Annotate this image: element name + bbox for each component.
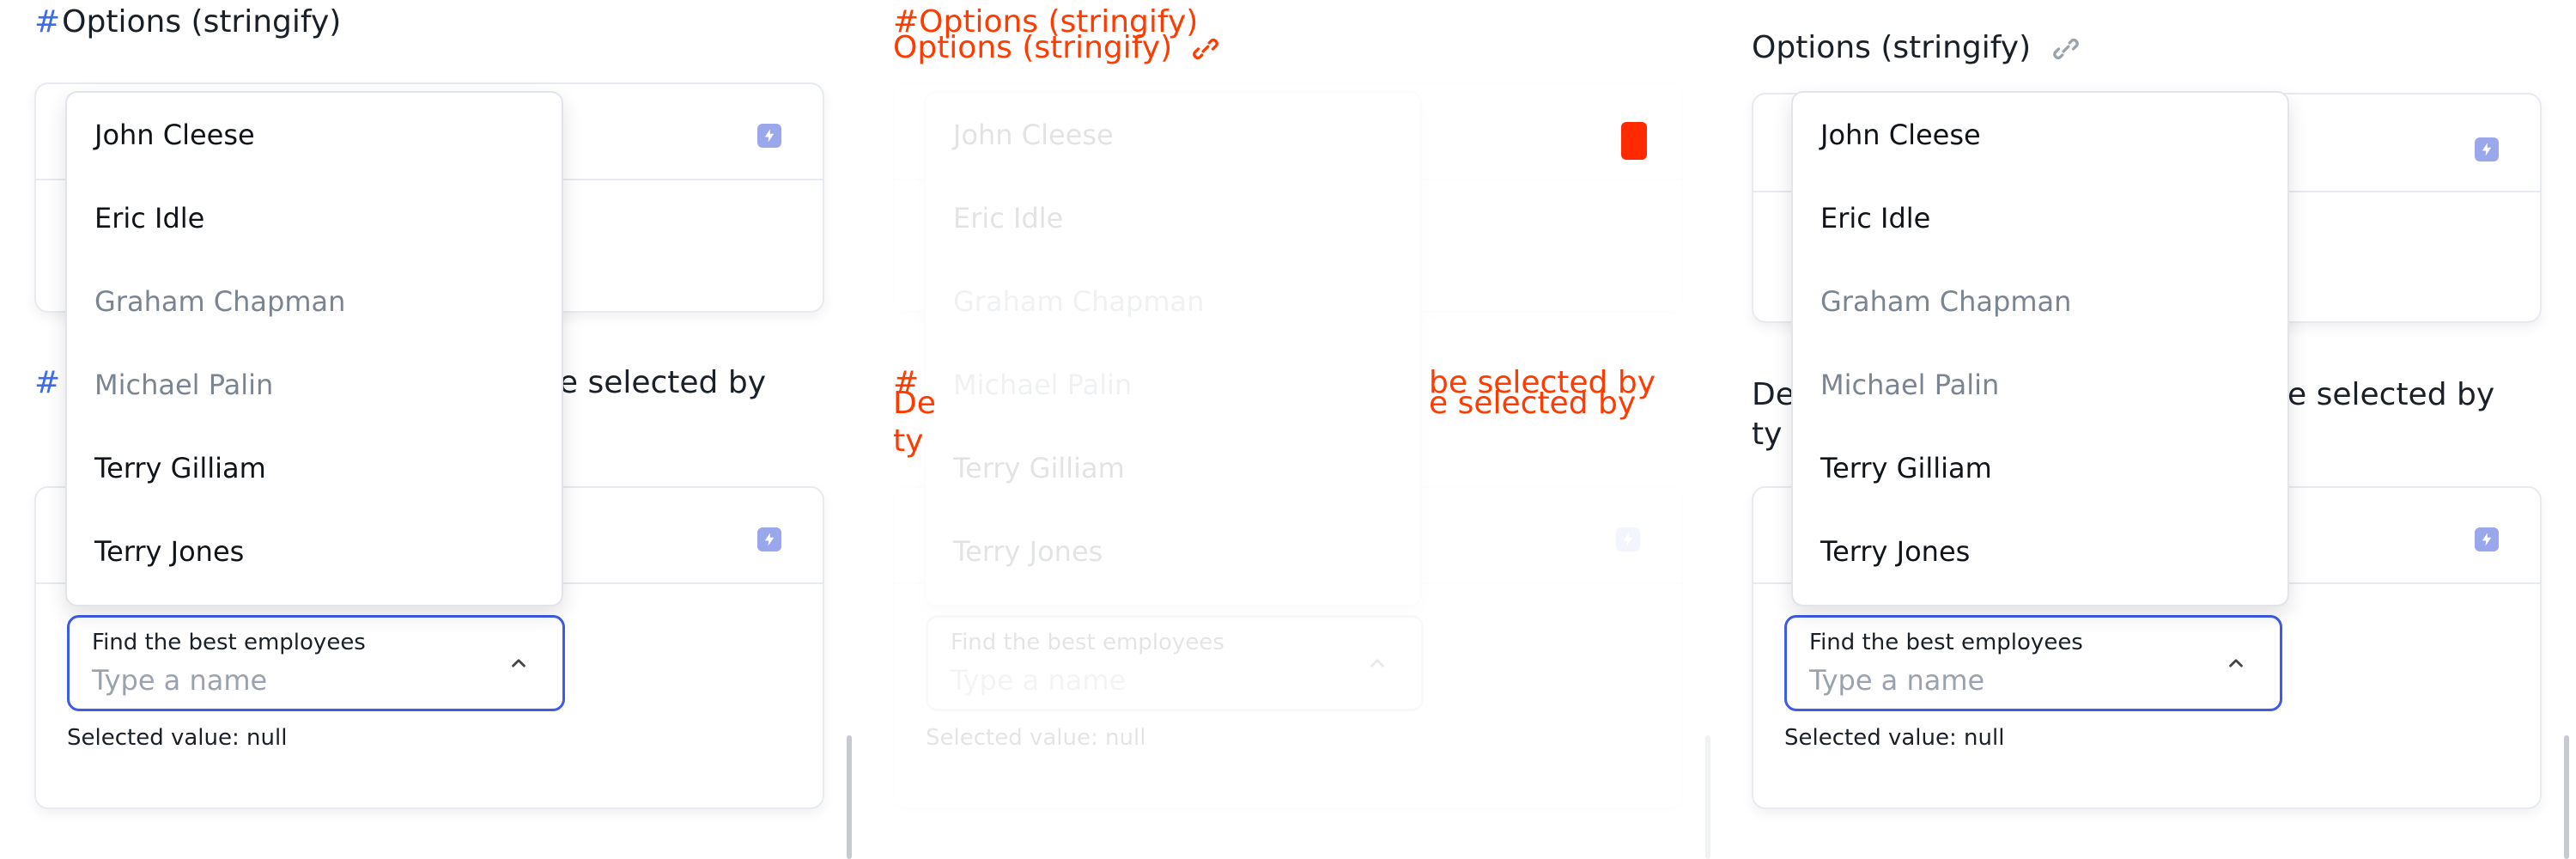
right-panel: Options (stringify) De e selected by ty … (1717, 0, 2576, 859)
autocomplete-label: Find the best employees (92, 630, 366, 655)
selected-value-text: Selected value: null (1784, 725, 2005, 751)
chevron-up-icon[interactable] (2225, 652, 2247, 674)
option-graham-chapman: Graham Chapman (953, 284, 1205, 318)
option-terry-jones[interactable]: Terry Jones (67, 509, 562, 593)
option-eric-idle[interactable]: Eric Idle (1793, 176, 2287, 259)
option-eric-idle[interactable]: Eric Idle (67, 176, 562, 259)
option-michael-palin: Michael Palin (1820, 368, 2000, 401)
option-michael-palin: Michael Palin (94, 368, 274, 401)
scrollbar[interactable] (1705, 735, 1710, 859)
scrollbar[interactable] (847, 735, 852, 859)
option-terry-jones[interactable]: Terry Jones (926, 509, 1420, 593)
autocomplete-input[interactable]: Type a name (92, 664, 267, 697)
bolt-icon[interactable] (2475, 527, 2499, 551)
section-title-options-stringify: #Options (stringify) (34, 4, 342, 40)
option-terry-gilliam[interactable]: Terry Gilliam (1793, 426, 2287, 509)
diff-marker-icon (1621, 122, 1647, 160)
chevron-up-icon[interactable] (507, 652, 530, 674)
option-terry-jones[interactable]: Terry Jones (1793, 509, 2287, 593)
option-graham-chapman: Graham Chapman (1820, 284, 2072, 318)
bolt-icon[interactable] (757, 124, 781, 148)
left-panel: #Options (stringify) # be selected by Fi… (0, 0, 859, 859)
section-title-options-stringify: Options (stringify) (1752, 29, 2081, 66)
middle-diff-panel: #Options (stringify) Options (stringify)… (859, 0, 1717, 859)
autocomplete-input[interactable]: Type a name (1809, 664, 1984, 697)
option-terry-gilliam[interactable]: Terry Gilliam (67, 426, 562, 509)
bolt-icon[interactable] (757, 527, 781, 551)
link-icon[interactable] (1191, 34, 1220, 64)
employee-autocomplete[interactable]: Find the best employees Type a name (67, 615, 565, 711)
employee-autocomplete[interactable]: Find the best employees Type a name (1784, 615, 2282, 711)
scrollbar[interactable] (2564, 735, 2569, 859)
employee-autocomplete-ghost[interactable]: Find the best employees Type a name (926, 615, 1424, 711)
diff-title-custom-filter-2: De e selected by (893, 386, 1637, 421)
link-icon[interactable] (2051, 34, 2081, 64)
diff-title-custom-filter-3: ty (893, 423, 924, 459)
diff-title-plain: Options (stringify) (893, 29, 1220, 66)
selected-value-text: Selected value: null (67, 725, 288, 751)
options-listbox: John Cleese Eric Idle Graham Chapman Mic… (1791, 91, 2289, 606)
chevron-up-icon[interactable] (1366, 652, 1388, 674)
option-john-cleese[interactable]: John Cleese (67, 93, 562, 176)
bolt-icon[interactable] (1616, 527, 1640, 551)
bolt-icon[interactable] (2475, 137, 2499, 161)
option-graham-chapman: Graham Chapman (94, 284, 346, 318)
options-listbox-ghost: John Cleese Eric Idle Graham Chapman Mic… (924, 91, 1422, 606)
option-john-cleese[interactable]: John Cleese (926, 93, 1420, 176)
options-listbox: John Cleese Eric Idle Graham Chapman Mic… (65, 91, 563, 606)
autocomplete-label: Find the best employees (1809, 630, 2083, 655)
option-john-cleese[interactable]: John Cleese (1793, 93, 2287, 176)
anchor-hash[interactable]: # (34, 4, 60, 40)
option-eric-idle[interactable]: Eric Idle (926, 176, 1420, 259)
